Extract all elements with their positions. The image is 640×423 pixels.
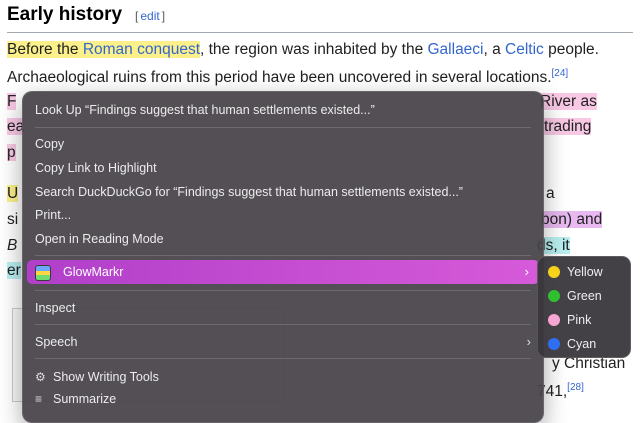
menu-glowmarkr[interactable]: GlowMarkr › [27,260,539,284]
gallaeci-link[interactable]: Gallaeci [428,41,484,58]
menu-summarize[interactable]: ≡ Summarize [35,389,116,409]
submenu-green-label: Green [567,289,602,303]
submenu-pink[interactable]: Pink [548,310,591,330]
peek-text: F [7,93,17,110]
peek-line-5: p [7,143,16,163]
peek-line-4b: trading [544,117,592,137]
peek-line-7: si [7,210,18,230]
highlight-yellow-text: Before the [7,41,83,58]
menu-glowmarkr-label: GlowMarkr [63,265,124,279]
edit-link[interactable]: edit [140,9,159,23]
summarize-icon: ≡ [35,392,43,406]
peek-line-6: U [7,184,19,204]
peek-text: bon) and [541,211,603,228]
edit-open-bracket: [ [135,9,139,23]
menu-show-writing-tools-label: Show Writing Tools [53,370,159,384]
text-span: Archaeological ruins from this period ha… [7,69,552,87]
yellow-circle-icon [548,266,560,278]
edit-section-link[interactable]: [edit] [135,9,165,23]
submenu-yellow[interactable]: Yellow [548,262,603,282]
celtic-link[interactable]: Celtic [505,41,544,58]
chevron-right-icon: › [526,334,531,349]
menu-copy[interactable]: Copy [35,134,64,154]
peek-line-3b: River as [540,92,597,112]
peek-text: p [7,144,16,161]
peek-line-8: B [7,236,17,256]
blue-circle-icon [548,338,560,350]
peek-text: er [7,262,21,279]
text-span: people. [543,41,599,58]
green-circle-icon [548,290,560,302]
glowmarkr-extension-icon [35,265,51,281]
text-span: , the region was inhabited by the [200,41,428,58]
roman-conquest-link[interactable]: Roman conquest [82,41,201,58]
menu-separator [35,255,531,256]
paragraph-line-1: Before the Roman conquest, the region wa… [7,40,599,60]
submenu-green[interactable]: Green [548,286,602,306]
menu-separator [35,290,531,291]
text-span: , a [483,41,506,58]
submenu-pink-label: Pink [567,313,592,327]
menu-open-reading-mode[interactable]: Open in Reading Mode [35,229,164,249]
glowmarkr-submenu: Yellow Green Pink Cyan [537,256,631,358]
menu-summarize-label: Summarize [53,392,117,406]
peek-text: si [7,211,19,228]
edit-close-bracket: ] [161,9,166,23]
section-heading: Early history [7,4,123,25]
peek-line-7b: bon) and [541,210,603,230]
citation-24[interactable]: [24] [552,68,569,79]
peek-text: trading [544,118,592,135]
peek-text: a [546,185,555,202]
menu-speech-label: Speech [35,335,78,349]
menu-look-up[interactable]: Look Up “Findings suggest that human set… [35,100,375,120]
menu-search-duckduckgo[interactable]: Search DuckDuckGo for “Findings suggest … [35,182,463,202]
menu-separator [35,127,531,128]
context-menu: Look Up “Findings suggest that human set… [22,91,544,423]
submenu-yellow-label: Yellow [567,265,603,279]
submenu-cyan-label: Cyan [567,337,597,351]
menu-separator [35,324,531,325]
peek-text: River as [540,93,597,110]
chevron-right-icon: › [524,264,529,279]
menu-separator [35,358,531,359]
menu-copy-link-to-highlight[interactable]: Copy Link to Highlight [35,158,157,178]
peek-line-3: F [7,92,17,112]
heading-divider [7,32,633,33]
citation-28[interactable]: [28] [567,382,584,393]
peek-line-9: er [7,261,21,281]
menu-speech[interactable]: Speech › [35,332,531,352]
peek-text: B [7,237,18,254]
menu-show-writing-tools[interactable]: ⚙ Show Writing Tools [35,367,159,387]
menu-print[interactable]: Print... [35,205,71,225]
submenu-cyan[interactable]: Cyan [548,334,596,354]
writing-tools-icon: ⚙ [35,370,46,384]
pink-flower-icon [548,314,560,326]
menu-inspect[interactable]: Inspect [35,298,75,318]
peek-line-12b: 741,[28] [537,378,584,402]
paragraph-line-2: Archaeological ruins from this period ha… [7,64,568,88]
peek-text: U [7,185,19,202]
peek-line-6b: a [546,184,555,204]
